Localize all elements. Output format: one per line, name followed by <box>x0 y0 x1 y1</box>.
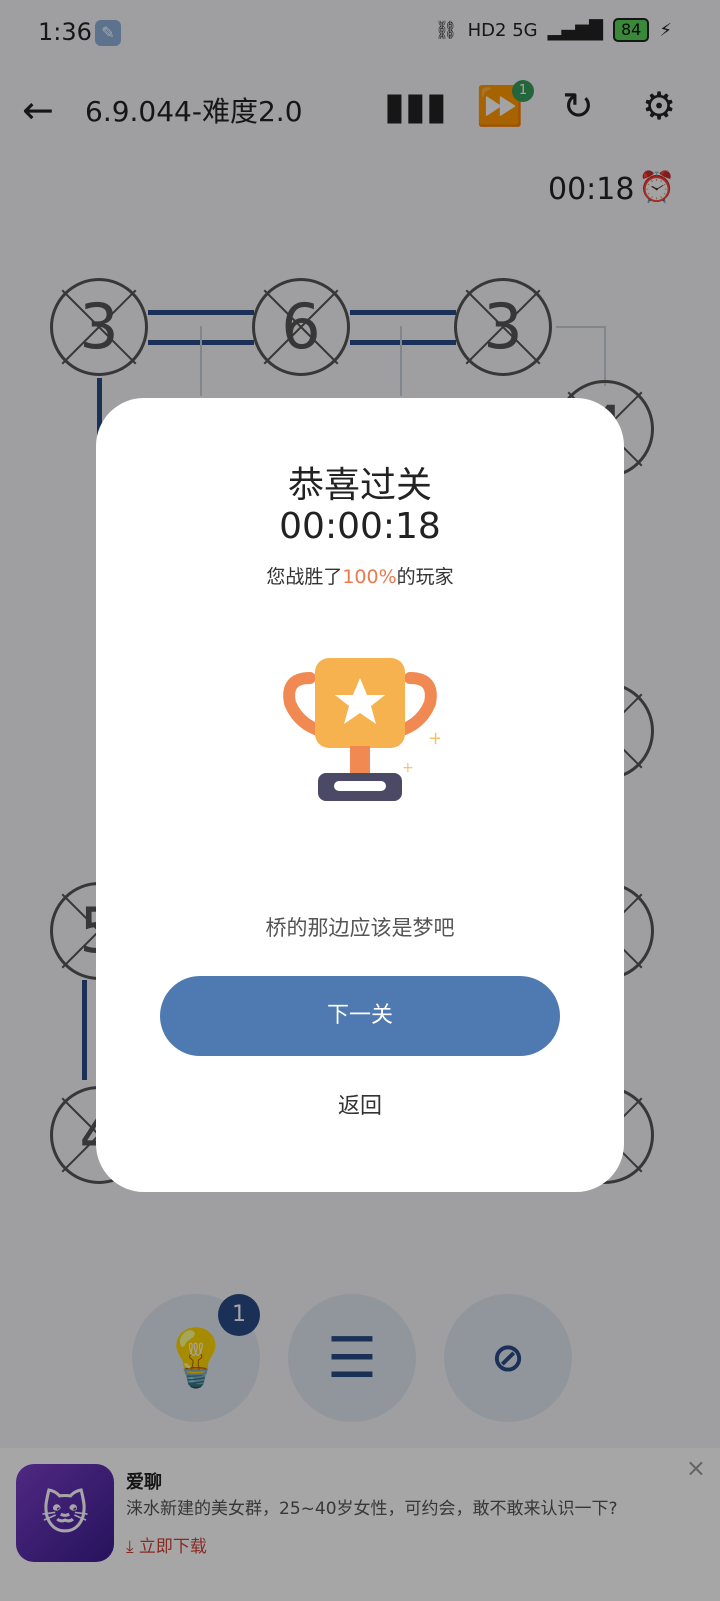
svg-text:+: + <box>428 728 440 749</box>
beat-players-text: 您战胜了100%的玩家 <box>266 566 454 588</box>
dialog-title: 恭喜过关 <box>287 465 432 506</box>
next-level-button[interactable]: 下一关 <box>160 976 560 1056</box>
completion-time: 00:00:18 <box>279 506 441 547</box>
trophy-icon: + + <box>283 658 440 801</box>
beat-percent: 100% <box>342 566 397 588</box>
return-button[interactable]: 返回 <box>96 1088 624 1120</box>
level-quote: 桥的那边应该是梦吧 <box>265 916 455 940</box>
svg-text:+: + <box>402 760 414 776</box>
level-complete-dialog: 恭喜过关 00:00:18 您战胜了100%的玩家 + + 桥的那边应该是梦吧 … <box>96 398 624 1192</box>
